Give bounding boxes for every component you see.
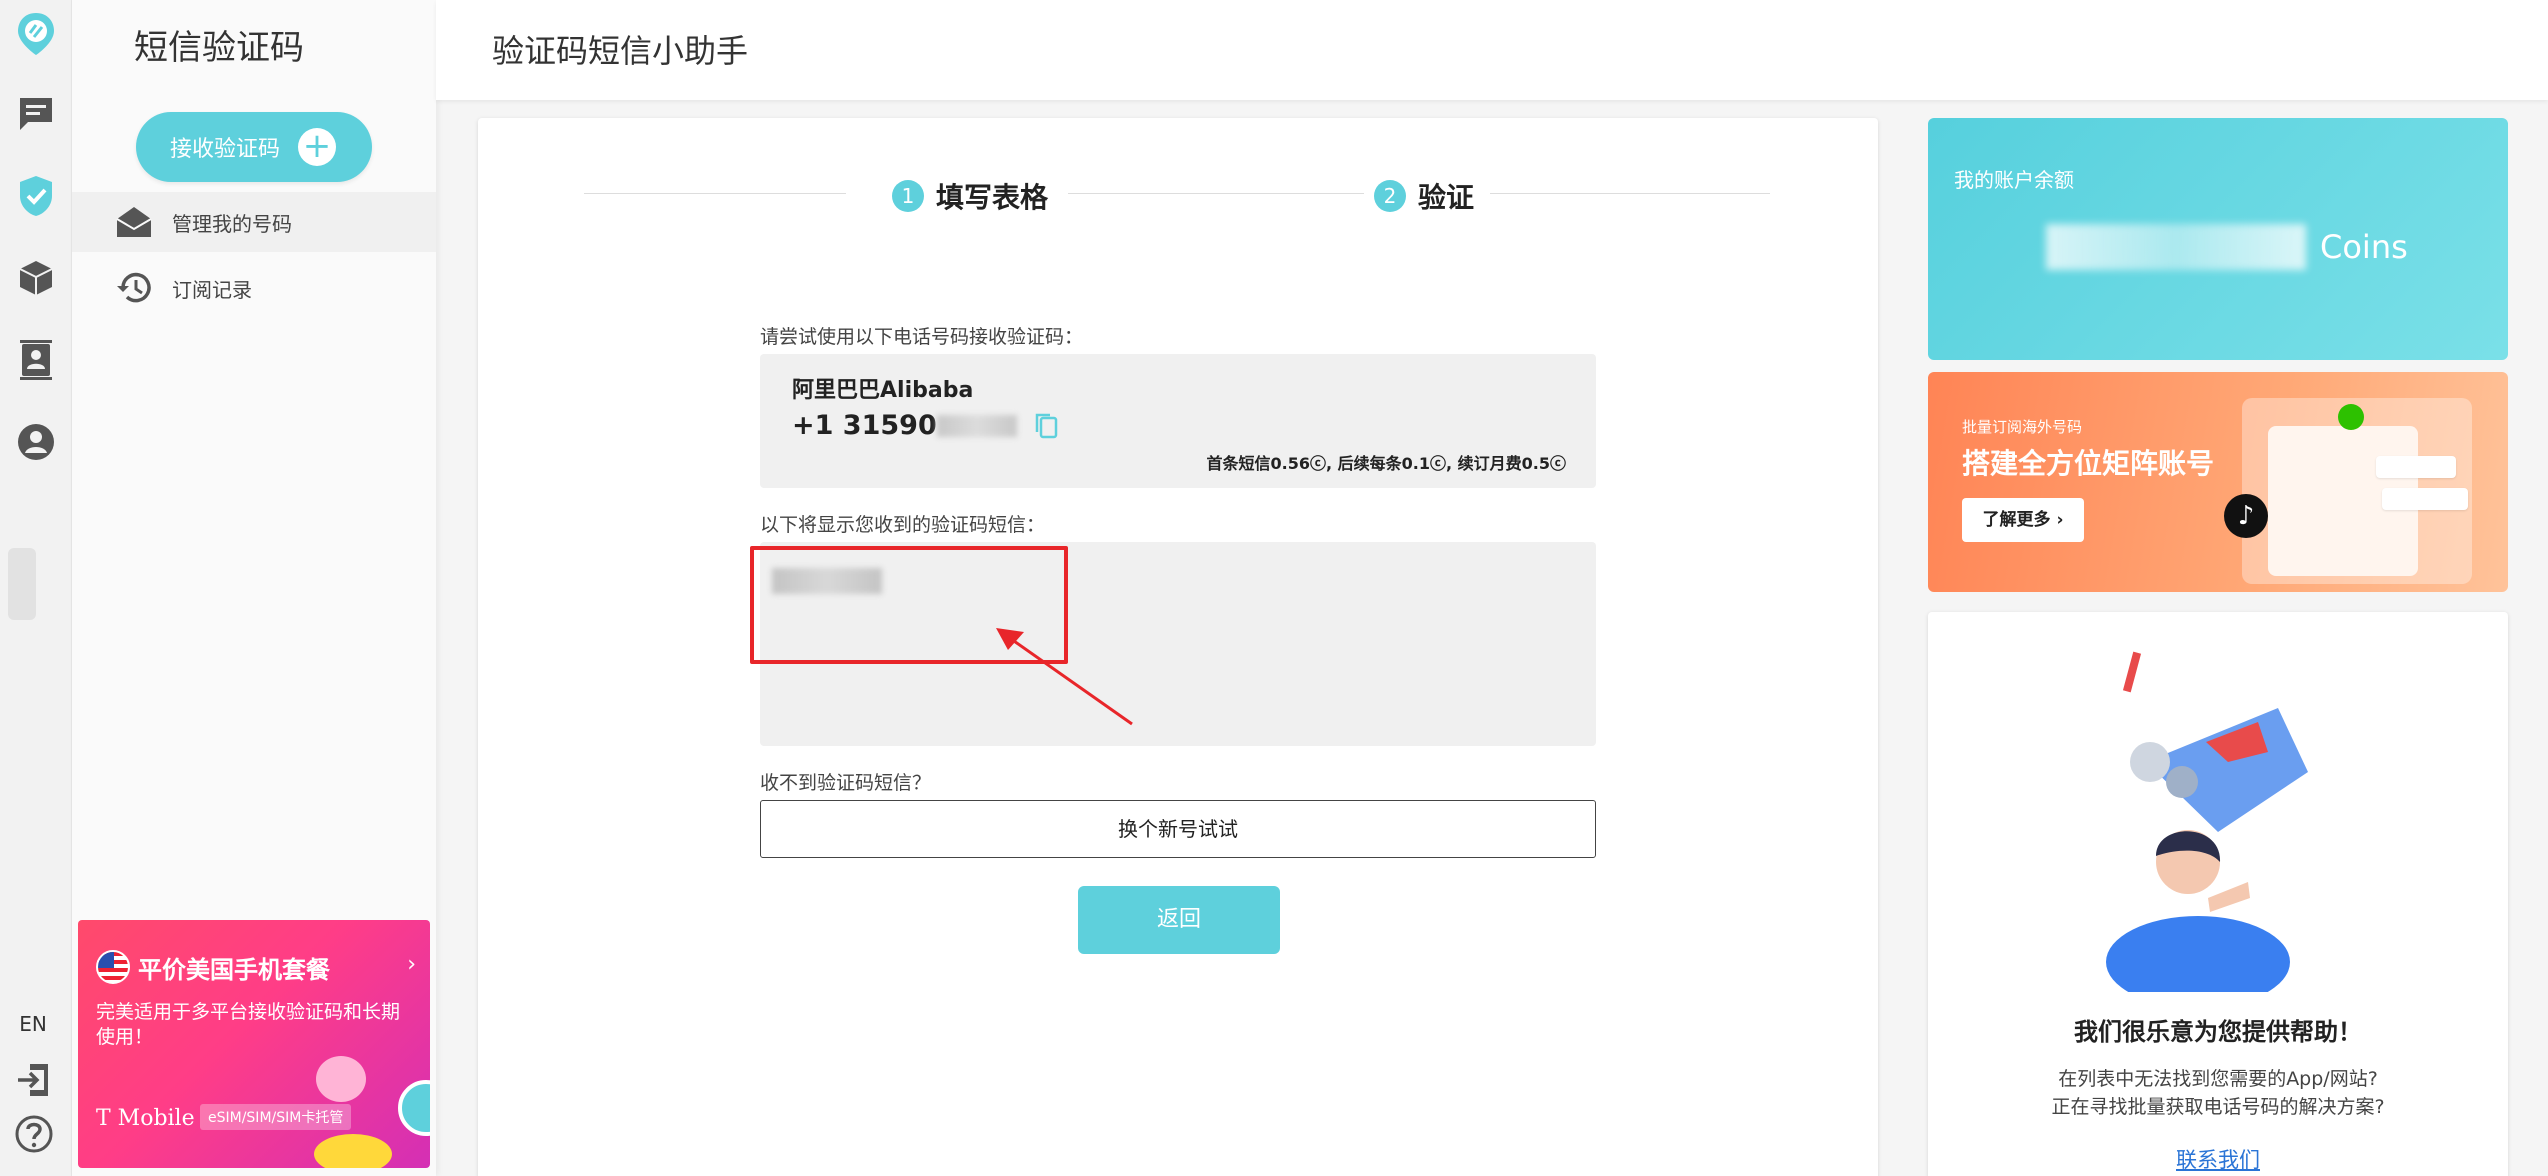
copy-icon[interactable]	[1031, 411, 1061, 441]
coin-illustration	[314, 1134, 392, 1168]
help-title: 我们很乐意为您提供帮助！	[2074, 1018, 2362, 1046]
step-2: 2 验证	[1374, 176, 1474, 216]
support-illustration	[2106, 651, 2308, 992]
promo-tag: eSIM/SIM/SIM卡托管	[200, 1104, 352, 1130]
account-icon[interactable]	[12, 418, 60, 466]
chevron-right-icon: ›	[407, 952, 416, 977]
redacted-digits	[936, 414, 1017, 437]
shield-check-icon[interactable]	[12, 172, 60, 220]
balance-card: 我的账户余额 Coins	[1928, 118, 2508, 360]
page-title: 验证码短信小助手	[492, 32, 749, 70]
banner-subtitle: 批量订阅海外号码	[1962, 418, 2083, 436]
step-divider	[1068, 193, 1364, 194]
tiktok-icon: ♪	[2224, 494, 2268, 538]
sidebar: 短信验证码 接收验证码 + 管理我的号码 订阅记录 平价美国手机套餐 › 完美适…	[72, 0, 436, 1176]
receive-code-label: 接收验证码	[170, 137, 281, 162]
number-label: 请尝试使用以下电话号码接收验证码：	[760, 326, 1084, 348]
bulk-subscription-banner[interactable]: 批量订阅海外号码 搭建全方位矩阵账号 了解更多 › ♪	[1928, 372, 2508, 592]
verification-card: 1 填写表格 2 验证 请尝试使用以下电话号码接收验证码： 阿里巴巴Alibab…	[478, 118, 1878, 1176]
sidebar-title: 短信验证码	[134, 28, 304, 68]
wechat-icon	[2338, 404, 2364, 430]
price-note: 首条短信0.56ⓒ, 后续每条0.1ⓒ, 续订月费0.5ⓒ	[1206, 454, 1566, 473]
number-chip	[2382, 488, 2468, 510]
learn-more-label: 了解更多	[1982, 510, 2051, 530]
step-number: 1	[892, 180, 924, 212]
promo-description: 完美适用于多平台接收验证码和长期使用！	[96, 1001, 401, 1048]
phone-icon	[398, 1080, 430, 1136]
step-divider	[1490, 193, 1770, 194]
envelope-open-icon	[114, 202, 154, 242]
promo-card[interactable]: 平价美国手机套餐 › 完美适用于多平台接收验证码和长期使用！ T Mobile …	[78, 920, 430, 1168]
redacted-sms	[772, 568, 882, 594]
annotation-arrow	[996, 628, 1133, 726]
logo-icon[interactable]	[12, 10, 60, 58]
help-line-2: 正在寻找批量获取电话号码的解决方案?	[2051, 1096, 2385, 1118]
banner-title: 搭建全方位矩阵账号	[1962, 447, 2215, 480]
phone-number-box: 阿里巴巴Alibaba +1 31590 首条短信0.56ⓒ, 后续每条0.1ⓒ…	[760, 354, 1596, 488]
step-label: 填写表格	[936, 181, 1049, 214]
receive-code-button[interactable]: 接收验证码 +	[136, 112, 372, 182]
phone-prefix: +1 31590	[792, 410, 937, 441]
help-card: 我们很乐意为您提供帮助！ 在列表中无法找到您需要的App/网站? 正在寻找批量获…	[1928, 612, 2508, 1176]
step-divider	[584, 193, 846, 194]
chat-bubble-illustration	[316, 1056, 366, 1102]
balance-unit: Coins	[2320, 228, 2408, 266]
balance-label: 我的账户余额	[1954, 168, 2074, 192]
back-button[interactable]: 返回	[1078, 886, 1280, 954]
learn-more-button[interactable]: 了解更多 ›	[1962, 498, 2084, 542]
sidebar-item-manage-numbers[interactable]: 管理我的号码	[72, 192, 436, 252]
sidebar-item-label: 订阅记录	[172, 277, 252, 302]
icon-rail: EN	[0, 0, 72, 1176]
top-header: 验证码短信小助手	[436, 0, 2548, 100]
language-switch[interactable]: EN	[0, 1012, 66, 1036]
phone-number: +1 31590	[792, 410, 1061, 441]
package-icon[interactable]	[12, 254, 60, 302]
sms-label: 以下将显示您收到的验证码短信：	[760, 514, 1046, 536]
us-flag-icon	[96, 950, 130, 984]
redacted-balance	[2046, 224, 2306, 270]
plus-icon: +	[298, 128, 336, 166]
contact-us-link[interactable]: 联系我们	[1928, 1144, 2508, 1174]
history-icon	[114, 268, 154, 308]
help-line-1: 在列表中无法找到您需要的App/网站?	[2058, 1068, 2378, 1090]
sidebar-item-subscriptions[interactable]: 订阅记录	[72, 258, 436, 318]
step-label: 验证	[1418, 181, 1475, 214]
sidebar-item-label: 管理我的号码	[172, 211, 292, 236]
rail-collapse-handle[interactable]	[8, 548, 36, 620]
contacts-icon[interactable]	[12, 336, 60, 384]
step-1: 1 填写表格	[892, 176, 1048, 216]
logout-icon[interactable]	[10, 1056, 58, 1104]
number-chip	[2376, 456, 2456, 478]
step-number: 2	[1374, 180, 1406, 212]
promo-brand: T Mobile	[96, 1106, 195, 1131]
balance-value: Coins	[2046, 224, 2408, 270]
service-name: 阿里巴巴Alibaba	[792, 378, 974, 403]
help-icon[interactable]	[10, 1110, 58, 1158]
chat-icon[interactable]	[12, 90, 60, 138]
switch-number-button[interactable]: 换个新号试试	[760, 800, 1596, 858]
sms-display-box	[760, 542, 1596, 746]
promo-title: 平价美国手机套餐	[138, 956, 330, 984]
no-sms-label: 收不到验证码短信？	[760, 772, 932, 794]
